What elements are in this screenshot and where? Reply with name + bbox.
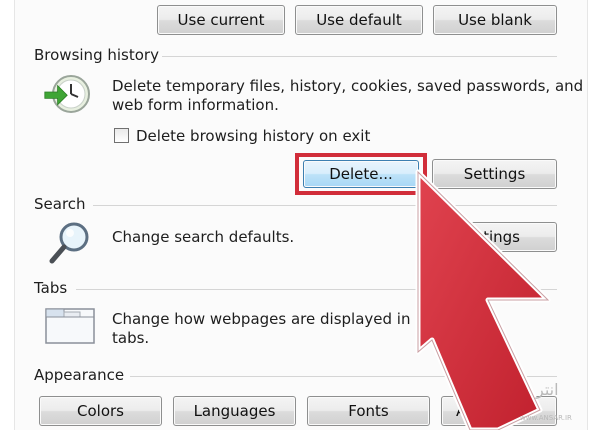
section-divider [162,56,557,57]
section-divider [93,205,557,206]
search-heading: Search [34,195,86,213]
delete-on-exit-checkbox[interactable] [114,128,129,143]
tabs-heading: Tabs [34,279,68,297]
use-current-button[interactable]: Use current [157,5,285,35]
colors-button[interactable]: Colors [39,396,162,426]
section-divider [76,289,557,290]
search-settings-button[interactable]: ttings [432,222,557,252]
fonts-button[interactable]: Fonts [307,396,430,426]
magnifier-icon [44,218,94,268]
delete-on-exit-label[interactable]: Delete browsing history on exit [136,126,370,146]
tabs-description-line2: tabs. [112,329,150,347]
browsing-history-settings-button[interactable]: Settings [432,159,557,189]
watermark-logo: انتر [536,380,559,399]
browsing-history-heading: Browsing history [34,46,159,64]
clock-history-icon [42,72,96,118]
section-divider [130,376,557,377]
search-description: Change search defaults. [112,228,295,246]
use-default-button[interactable]: Use default [295,5,423,35]
appearance-heading: Appearance [34,366,125,384]
use-blank-button[interactable]: Use blank [433,5,557,35]
tabs-window-icon [44,303,96,345]
watermark-url: www.ANSAR.IR [520,414,572,422]
delete-button-highlight [295,153,427,195]
languages-button[interactable]: Languages [173,396,296,426]
browsing-history-description-line1: Delete temporary files, history, cookies… [112,77,584,95]
tabs-description-line1: Change how webpages are displayed in [112,310,411,328]
browsing-history-description-line2: web form information. [112,96,279,114]
